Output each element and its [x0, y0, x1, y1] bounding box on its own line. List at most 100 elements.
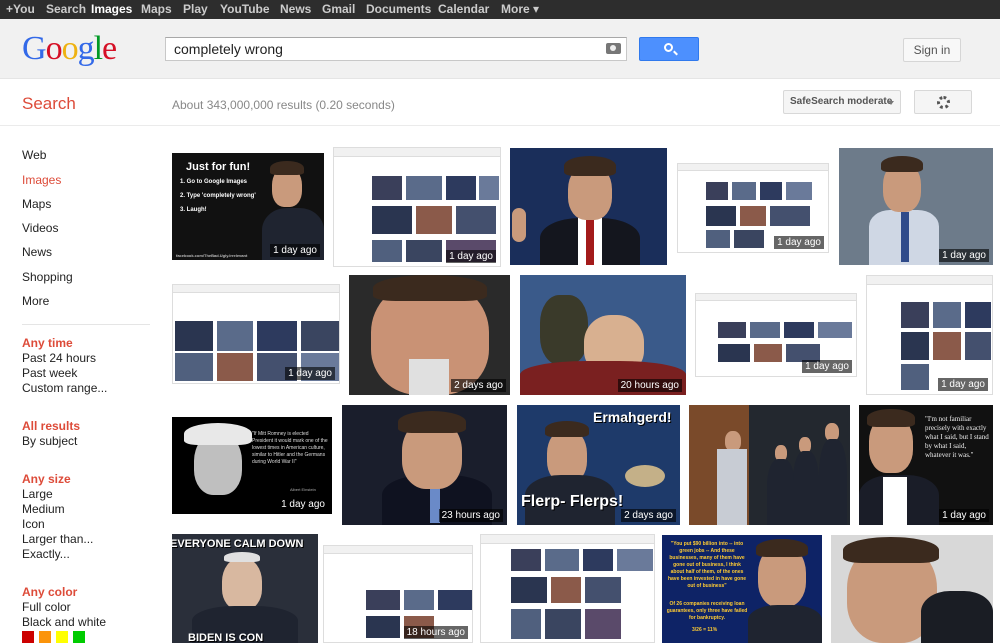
subheader: Search About 343,000,000 results (0.20 s…: [0, 80, 1000, 126]
image-footer: facebook.com/TheBad.Ugly.Irrelevant: [176, 253, 248, 258]
topbar-search[interactable]: Search: [46, 2, 86, 16]
image-result[interactable]: 2 days ago: [349, 275, 510, 395]
search-input[interactable]: [174, 41, 594, 57]
image-result[interactable]: 1 day ago: [866, 275, 993, 395]
filter-larger-than[interactable]: Larger than...: [22, 532, 93, 546]
meme-top-text: EVERYONE CALM DOWN: [172, 538, 304, 550]
result-stats: About 343,000,000 results (0.20 seconds): [172, 98, 395, 112]
search-title: Search: [22, 94, 76, 113]
image-age: 1 day ago: [446, 250, 496, 263]
google-bar: +You Search Images Maps Play YouTube New…: [0, 0, 1000, 19]
nav-shopping[interactable]: Shopping: [22, 270, 73, 284]
image-age: 1 day ago: [938, 378, 988, 391]
image-age: 1 day ago: [939, 249, 989, 262]
nav-news[interactable]: News: [22, 245, 52, 259]
topbar-you[interactable]: +You: [6, 2, 35, 16]
filter-any-size[interactable]: Any size: [22, 472, 71, 486]
camera-icon[interactable]: [606, 43, 621, 54]
image-result[interactable]: "If Mitt Romney is elected President it …: [172, 417, 332, 514]
image-age: 1 day ago: [939, 509, 989, 522]
image-result[interactable]: [831, 535, 993, 643]
image-age: 20 hours ago: [617, 379, 682, 392]
filter-past-24-hours[interactable]: Past 24 hours: [22, 351, 96, 365]
image-line: 3. Laugh!: [180, 207, 207, 213]
image-line: 2. Type 'completely wrong': [180, 193, 256, 199]
image-age: 18 hours ago: [403, 626, 468, 639]
image-quote: "If Mitt Romney is elected President it …: [252, 431, 328, 465]
settings-button[interactable]: [914, 90, 972, 114]
image-age: 1 day ago: [802, 360, 852, 373]
filter-black-and-white[interactable]: Black and white: [22, 615, 106, 629]
image-result[interactable]: [480, 534, 655, 643]
topbar-images[interactable]: Images: [91, 2, 132, 16]
image-result[interactable]: 1 day ago: [677, 163, 829, 253]
image-line: 1. Go to Google Images: [180, 179, 248, 185]
color-swatch-green[interactable]: [73, 631, 85, 643]
search-button[interactable]: [639, 37, 699, 61]
filter-full-color[interactable]: Full color: [22, 600, 71, 614]
image-result[interactable]: "I'm not familiar precisely with exactly…: [859, 405, 993, 525]
color-swatch-yellow[interactable]: [56, 631, 68, 643]
image-result[interactable]: 20 hours ago: [520, 275, 686, 395]
image-ratio: 3/26 = 11%: [692, 627, 718, 633]
nav-maps[interactable]: Maps: [22, 197, 51, 211]
image-result[interactable]: 1 day ago: [172, 284, 340, 384]
search-box[interactable]: [165, 37, 627, 61]
topbar-play[interactable]: Play: [183, 2, 208, 16]
image-quote: "You put $90 billion into -- into green …: [667, 541, 747, 589]
topbar-more[interactable]: More ▾: [501, 2, 539, 16]
nav-videos[interactable]: Videos: [22, 221, 58, 235]
nav-more[interactable]: More: [22, 294, 49, 308]
image-result[interactable]: Ermahgerd! Flerp- Flerps! 2 days ago: [517, 405, 680, 525]
image-result[interactable]: [689, 405, 850, 525]
image-result[interactable]: Just for fun! 1. Go to Google Images 2. …: [172, 153, 324, 260]
image-age: 1 day ago: [774, 236, 824, 249]
header: Google Sign in: [0, 19, 1000, 79]
nav-web[interactable]: Web: [22, 148, 46, 162]
search-icon: [664, 43, 673, 52]
filter-large[interactable]: Large: [22, 487, 53, 501]
image-result[interactable]: 1 day ago: [695, 293, 857, 377]
filter-by-subject[interactable]: By subject: [22, 434, 77, 448]
topbar-documents[interactable]: Documents: [366, 2, 431, 16]
gear-icon: [937, 96, 950, 109]
filter-any-time[interactable]: Any time: [22, 336, 73, 350]
image-age: 1 day ago: [285, 367, 335, 380]
image-result[interactable]: 1 day ago: [333, 147, 501, 267]
image-result[interactable]: 23 hours ago: [342, 405, 507, 525]
image-result[interactable]: EVERYONE CALM DOWN BIDEN IS CON: [172, 534, 318, 643]
image-author: Albert Einstein: [290, 487, 316, 492]
chevron-down-icon: [888, 101, 894, 105]
image-result[interactable]: 1 day ago: [839, 148, 993, 265]
nav-images[interactable]: Images: [22, 173, 61, 187]
topbar-youtube[interactable]: YouTube: [220, 2, 270, 16]
filter-exactly[interactable]: Exactly...: [22, 547, 70, 561]
image-result[interactable]: [510, 148, 667, 265]
image-age: 2 days ago: [451, 379, 506, 392]
google-logo[interactable]: Google: [22, 30, 117, 68]
color-swatch-orange[interactable]: [39, 631, 51, 643]
topbar-calendar[interactable]: Calendar: [438, 2, 489, 16]
filter-icon[interactable]: Icon: [22, 517, 45, 531]
sign-in-button[interactable]: Sign in: [903, 38, 961, 62]
filter-any-color[interactable]: Any color: [22, 585, 77, 599]
image-age: 2 days ago: [621, 509, 676, 522]
image-age: 1 day ago: [270, 244, 320, 257]
image-age: 23 hours ago: [438, 509, 503, 522]
filter-custom-range[interactable]: Custom range...: [22, 381, 107, 395]
nav-divider: [22, 324, 150, 325]
image-result[interactable]: "You put $90 billion into -- into green …: [662, 535, 822, 643]
image-stat: Of 26 companies receiving loan guarantee…: [666, 601, 748, 621]
topbar-news[interactable]: News: [280, 2, 311, 16]
filter-medium[interactable]: Medium: [22, 502, 65, 516]
image-quote: "I'm not familiar precisely with exactly…: [925, 415, 989, 459]
color-swatch-red[interactable]: [22, 631, 34, 643]
meme-top-text: Ermahgerd!: [593, 409, 672, 425]
filter-all-results[interactable]: All results: [22, 419, 80, 433]
filter-past-week[interactable]: Past week: [22, 366, 77, 380]
meme-bottom-text: Flerp- Flerps!: [521, 493, 624, 510]
topbar-maps[interactable]: Maps: [141, 2, 172, 16]
topbar-gmail[interactable]: Gmail: [322, 2, 355, 16]
safesearch-dropdown[interactable]: SafeSearch moderate: [783, 90, 901, 114]
image-result[interactable]: 18 hours ago: [323, 545, 473, 643]
